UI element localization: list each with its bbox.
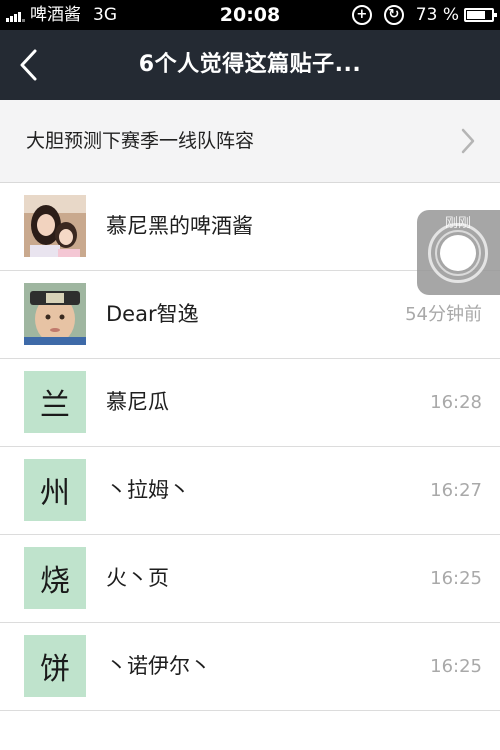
charging-plus-icon: + [351, 5, 372, 25]
chevron-left-icon [20, 49, 37, 81]
post-title: 大胆预测下赛季一线队阵容 [26, 130, 255, 152]
like-time: 16:28 [430, 392, 482, 413]
avatar: 兰 [24, 371, 86, 433]
page-title: 6个人觉得这篇贴子... [138, 52, 362, 77]
post-title-row[interactable]: 大胆预测下赛季一线队阵容 [0, 100, 500, 183]
chevron-right-icon [461, 128, 475, 154]
liker-name: 丶拉姆丶 [106, 478, 190, 502]
like-time: 16:25 [430, 656, 482, 677]
liker-name: Dear智逸 [106, 302, 199, 326]
avatar: 烧 [24, 547, 86, 609]
rotation-lock-icon: ↻ [383, 5, 404, 25]
list-item[interactable]: 烧 火丶页 16:25 [0, 535, 500, 623]
back-button[interactable] [10, 42, 46, 88]
assistive-touch-button[interactable]: 刚刚 [417, 210, 500, 295]
status-right: + ↻ 73 % [351, 0, 497, 30]
liker-name: 慕尼瓜 [106, 390, 169, 414]
avatar [24, 195, 86, 257]
nav-bar: 6个人觉得这篇贴子... [0, 30, 500, 100]
liker-name: 丶诺伊尔丶 [106, 654, 211, 678]
list-item[interactable]: 饼 丶诺伊尔丶 16:25 [0, 623, 500, 711]
battery-icon [464, 8, 497, 22]
avatar [24, 283, 86, 345]
status-bar: 啤酒酱 3G 20:08 + ↻ 73 % [0, 0, 500, 30]
like-time: 16:27 [430, 480, 482, 501]
list-item[interactable]: 兰 慕尼瓜 16:28 [0, 359, 500, 447]
like-time: 16:25 [430, 568, 482, 589]
avatar: 州 [24, 459, 86, 521]
avatar: 饼 [24, 635, 86, 697]
list-item[interactable]: 州 丶拉姆丶 16:27 [0, 447, 500, 535]
battery-percent: 73 % [415, 5, 459, 25]
assistive-dot [440, 235, 476, 271]
liker-name: 火丶页 [106, 566, 169, 590]
liker-name: 慕尼黑的啤酒酱 [106, 214, 253, 238]
